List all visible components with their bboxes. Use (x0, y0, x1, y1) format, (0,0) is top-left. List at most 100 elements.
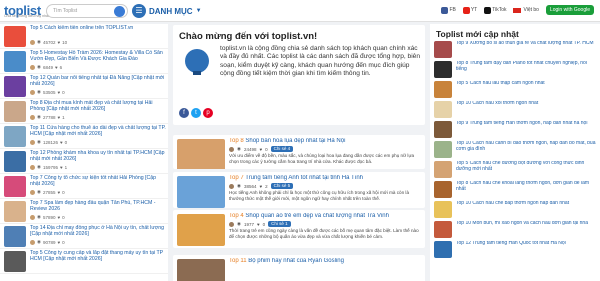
recent-item[interactable]: Top 10 Cách nấu canh bí đao thơm ngon, h… (430, 140, 600, 160)
twitter-share-icon[interactable]: t (191, 108, 201, 118)
list-item[interactable]: Top 7 Spa làm đẹp hàng đầu quận Tân Phú,… (0, 199, 168, 224)
article-card[interactable]: Top 8 Shop bán hoa lụa đẹp nhất tại Hà N… (173, 135, 425, 169)
list-item[interactable]: Top 8 Địa chỉ mua kính mát đẹp và chất l… (0, 99, 168, 124)
recent-item-title[interactable]: Top 8 Cách nấu chè khoai lang thơm ngon,… (456, 181, 596, 193)
share-count-badge[interactable]: Chi sẻ 4 (270, 146, 294, 152)
article-card[interactable]: Top 7 Trung tâm tiếng Anh tốt nhất tại t… (173, 172, 425, 208)
thumbnail[interactable] (434, 161, 452, 178)
list-item[interactable]: Top 12 Quán bar nổi tiếng nhất tại Đà Nẵ… (0, 74, 168, 99)
recent-item-title[interactable]: Top 10 Cách nấu canh bí đao thơm ngon, h… (456, 141, 596, 153)
recent-item-title[interactable]: Top 12 Trung tâm tiếng Hàn Quốc tốt nhất… (456, 241, 596, 247)
recent-item[interactable]: Top 8 Cách nấu chè khoai lang thơm ngon,… (430, 180, 600, 200)
recent-item-title[interactable]: Top 5 Cách nấu lẩu thập cẩm ngon nhất (456, 81, 596, 87)
item-title[interactable]: Top 12 Quán bar nổi tiếng nhất tại Đà Nẵ… (30, 75, 166, 87)
google-login-button[interactable]: Login with Google (545, 5, 594, 15)
recent-item[interactable]: Top 5 Cách nấu lẩu thập cẩm ngon nhất (430, 80, 600, 100)
category-menu[interactable]: ☰ DANH MỤC ▼ (132, 3, 202, 19)
thumbnail[interactable] (4, 126, 26, 147)
share-count-badge[interactable]: Chi sẻ 5 (270, 183, 294, 189)
avatar (229, 221, 234, 227)
item-title[interactable]: Top 14 Địa chỉ may đồng phục ở Hà Nội uy… (30, 225, 166, 237)
view-count: 45702 (42, 39, 56, 45)
thumbnail[interactable] (4, 151, 26, 172)
thumbnail[interactable] (4, 101, 26, 122)
pinterest-share-icon[interactable]: p (203, 108, 213, 118)
search-icon[interactable] (114, 6, 125, 17)
article-thumbnail[interactable] (177, 139, 225, 169)
list-item[interactable]: Top 14 Địa chỉ may đồng phục ở Hà Nội uy… (0, 224, 168, 249)
list-item[interactable]: Top 5 Cách kiếm tiền online trên TOPLIST… (0, 24, 168, 49)
article-card[interactable]: Top 4 Shop quần áo trẻ em đẹp và chất lư… (173, 210, 425, 248)
item-title[interactable]: Top 12 Phòng khám nha khoa uy tín nhất t… (30, 150, 166, 162)
article-thumbnail[interactable] (177, 176, 225, 208)
thumbnail[interactable] (4, 26, 26, 47)
recent-item[interactable]: Top 12 Trung tâm tiếng Hàn Quốc tốt nhất… (430, 240, 600, 260)
thumbnail[interactable] (434, 41, 452, 58)
item-title[interactable]: Top 7 Spa làm đẹp hàng đầu quận Tân Phú,… (30, 200, 166, 212)
thumbnail[interactable] (434, 101, 452, 118)
thumbnail[interactable] (434, 221, 452, 238)
list-item[interactable]: Top 12 Phòng khám nha khoa uy tín nhất t… (0, 149, 168, 174)
recent-item-title[interactable]: Top 9 Trung tâm tiếng Hàn thơm ngon, hấp… (456, 121, 596, 127)
thumbnail[interactable] (434, 241, 452, 258)
list-item[interactable]: Top 5 Công ty cung cấp và lắp đặt thang … (0, 249, 168, 274)
heart-icon: ♥ (57, 114, 61, 120)
thumbnail[interactable] (4, 76, 26, 97)
thumbnail[interactable] (4, 226, 26, 247)
share-count-badge[interactable]: Chi sẻ 1 (268, 221, 291, 227)
youtube-icon (462, 6, 470, 14)
article-title[interactable]: Top 8 Shop bán hoa lụa đẹp nhất tại Hà N… (229, 138, 421, 144)
list-item[interactable]: Top 11 Cửa hàng cho thuê áo dài đẹp và c… (0, 124, 168, 149)
thumbnail[interactable] (4, 176, 26, 197)
recent-item[interactable]: Top 5 Cách nấu chè đường bột đường với c… (430, 160, 600, 180)
tiktok-link[interactable]: TikTok (484, 6, 506, 14)
youtube-link[interactable]: YT (462, 6, 477, 14)
thumbnail[interactable] (434, 181, 452, 198)
eye-icon: ◉ (237, 221, 241, 226)
site-logo[interactable]: toplist Chia sẻ những điều hay nhất (4, 2, 49, 20)
recent-item[interactable]: Top 10 Cách nấu xôi thơm ngon nhất (430, 100, 600, 120)
article-title[interactable]: Top 7 Trung tâm tiếng Anh tốt nhất tại t… (229, 175, 421, 181)
welcome-body: toplist.vn là cộng đồng chia sẻ danh sác… (220, 45, 421, 78)
view-count: 1977 (243, 221, 254, 227)
article-card[interactable]: Top 11 Bộ phim hay nhất của Ryan Gosling (173, 255, 425, 281)
heart-icon: ♥ (57, 39, 61, 45)
thumbnail[interactable] (434, 81, 452, 98)
recent-item[interactable]: Top 9 Xưởng bỏ sỉ áo thun giá rẻ và chất… (430, 40, 600, 60)
item-title[interactable]: Top 5 Homestay Hồ Tràm 2026: Homestay & … (30, 50, 166, 62)
thumbnail[interactable] (434, 121, 452, 138)
language-selector[interactable]: Việt bo (513, 7, 539, 13)
article-thumbnail[interactable] (177, 214, 225, 246)
article-title[interactable]: Top 4 Shop quần áo trẻ em đẹp và chất lư… (229, 213, 421, 219)
recent-item-title[interactable]: Top 9 Xưởng bỏ sỉ áo thun giá rẻ và chất… (456, 41, 596, 47)
facebook-link[interactable]: FB (441, 6, 456, 14)
heart-icon: ♥ (57, 89, 61, 95)
thumbnail[interactable] (434, 141, 452, 158)
recent-item-title[interactable]: Top 5 Cách nấu chè đường bột đường với c… (456, 161, 596, 173)
thumbnail[interactable] (4, 51, 26, 72)
facebook-share-icon[interactable]: f (179, 108, 189, 118)
thumbnail[interactable] (4, 251, 26, 272)
search-input[interactable]: Tìm Toplist (46, 4, 128, 18)
list-item[interactable]: Top 7 Công ty tổ chức sự kiện tốt nhất H… (0, 174, 168, 199)
item-title[interactable]: Top 5 Cách kiếm tiền online trên TOPLIST… (30, 25, 166, 31)
item-title[interactable]: Top 5 Công ty cung cấp và lắp đặt thang … (30, 250, 166, 262)
recent-item-title[interactable]: Top 8 Trung tâm dạy đàn Piano tốt nhất c… (456, 61, 596, 73)
recent-item-title[interactable]: Top 10 Cách nấu xôi thơm ngon nhất (456, 101, 596, 107)
item-title[interactable]: Top 8 Địa chỉ mua kính mát đẹp và chất l… (30, 100, 166, 112)
thumbnail[interactable] (434, 201, 452, 218)
view-count: 159795 (42, 164, 58, 170)
recent-item[interactable]: Top 8 Trung tâm dạy đàn Piano tốt nhất c… (430, 60, 600, 80)
article-title[interactable]: Top 11 Bộ phim hay nhất của Ryan Gosling (229, 258, 421, 264)
recent-item[interactable]: Top 10 Cách nấu chè bắp thơm ngon hấp dẫ… (430, 200, 600, 220)
article-thumbnail[interactable] (177, 259, 225, 281)
recent-item-title[interactable]: Top 10 Cách nấu chè bắp thơm ngon hấp dẫ… (456, 201, 596, 207)
list-item[interactable]: Top 5 Homestay Hồ Tràm 2026: Homestay & … (0, 49, 168, 74)
thumbnail[interactable] (434, 61, 452, 78)
recent-item-title[interactable]: Top 10 Món bún, mì xào ngon và cách nấu … (456, 221, 596, 227)
thumbnail[interactable] (4, 201, 26, 222)
item-title[interactable]: Top 11 Cửa hàng cho thuê áo dài đẹp và c… (30, 125, 166, 137)
recent-item[interactable]: Top 10 Món bún, mì xào ngon và cách nấu … (430, 220, 600, 240)
recent-item[interactable]: Top 9 Trung tâm tiếng Hàn thơm ngon, hấp… (430, 120, 600, 140)
item-title[interactable]: Top 7 Công ty tổ chức sự kiện tốt nhất H… (30, 175, 166, 187)
